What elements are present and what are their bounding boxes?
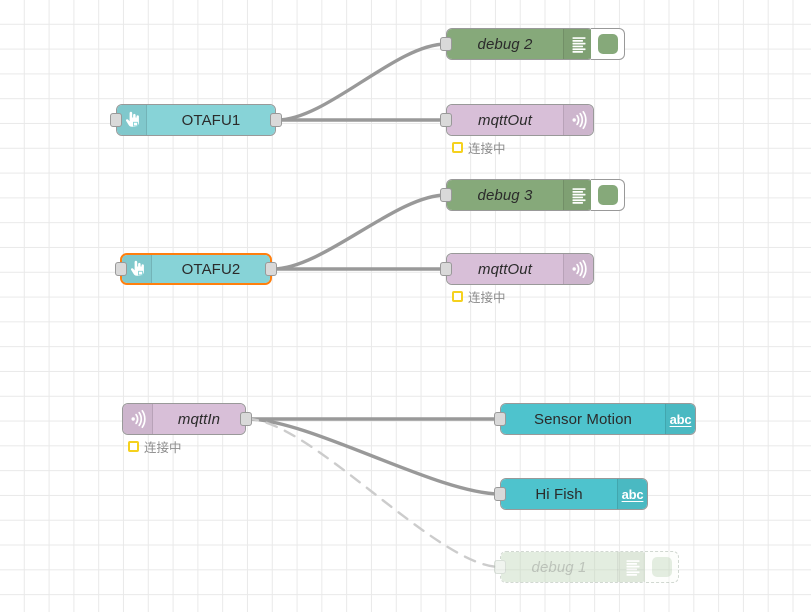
node-mqttout1[interactable]: mqttOut [440, 104, 594, 136]
output-port[interactable] [265, 262, 277, 276]
node-hifish[interactable]: Hi Fish abc [494, 478, 648, 510]
mqtt-signal-icon [563, 254, 593, 284]
debug-toggle-knob [651, 557, 672, 577]
status-square-icon [128, 441, 139, 452]
node-label: debug 3 [477, 186, 533, 204]
node-status-mqttin: 连接中 [128, 437, 182, 456]
input-port[interactable] [110, 113, 122, 127]
input-port[interactable] [494, 487, 506, 501]
node-body: Hi Fish abc [501, 479, 647, 509]
node-body: OTAFU1 [117, 105, 275, 135]
input-port[interactable] [494, 560, 506, 574]
node-label: debug 1 [531, 558, 587, 576]
status-square-icon [452, 291, 463, 302]
node-status-mqttout1: 连接中 [452, 138, 506, 157]
node-body: mqttOut [447, 254, 593, 284]
node-label: Hi Fish [535, 485, 583, 503]
status-text: 连接中 [144, 441, 182, 455]
abc-icon: abc [617, 479, 647, 509]
node-mqttout2[interactable]: mqttOut [440, 253, 594, 285]
node-sensormotion[interactable]: Sensor Motion abc [494, 403, 696, 435]
node-body: debug 2 [447, 29, 593, 59]
node-mqttin[interactable]: mqttIn [122, 403, 252, 435]
debug-toggle-knob [597, 185, 618, 205]
node-otafu1[interactable]: OTAFU1 [110, 104, 282, 136]
status-text: 连接中 [468, 142, 506, 156]
node-body: debug 3 [447, 180, 593, 210]
input-port[interactable] [440, 37, 452, 51]
input-port[interactable] [440, 262, 452, 276]
node-body: mqttOut [447, 105, 593, 135]
debug-toggle-button[interactable] [591, 28, 625, 60]
debug-lines-icon [563, 180, 593, 210]
debug-lines-icon [563, 29, 593, 59]
input-port[interactable] [440, 113, 452, 127]
mqtt-signal-icon [563, 105, 593, 135]
debug-lines-icon [617, 552, 647, 582]
input-port[interactable] [494, 412, 506, 426]
wire-mqttin-to-hifish[interactable] [245, 417, 502, 496]
node-otafu2[interactable]: OTAFU2 [115, 253, 277, 285]
node-debug2[interactable]: debug 2 [440, 28, 625, 60]
wire-otafu1-to-debug2[interactable] [275, 42, 448, 122]
node-body: debug 1 [501, 552, 647, 582]
node-label: OTAFU2 [181, 260, 241, 278]
debug-toggle-knob [597, 34, 618, 54]
input-port[interactable] [115, 262, 127, 276]
output-port[interactable] [240, 412, 252, 426]
wire-otafu2-to-debug3[interactable] [271, 193, 448, 271]
node-body: Sensor Motion abc [501, 404, 695, 434]
status-text: 连接中 [468, 291, 506, 305]
node-label: mqttOut [477, 260, 533, 278]
node-label: mqttOut [477, 111, 533, 129]
wire-layer [245, 42, 502, 569]
debug-toggle-button[interactable] [645, 551, 679, 583]
node-status-mqttout2: 连接中 [452, 287, 506, 306]
abc-icon: abc [665, 404, 695, 434]
node-debug3[interactable]: debug 3 [440, 179, 625, 211]
node-label: mqttIn [177, 410, 221, 428]
node-label: debug 2 [477, 35, 533, 53]
flow-canvas[interactable]: OTAFU1 debug 2 mqttOut 连接中 debug 3 OTAFU2 mqtt… [0, 0, 811, 612]
node-debug1[interactable]: debug 1 [494, 551, 679, 583]
node-label: OTAFU1 [181, 111, 241, 129]
node-body: OTAFU2 [122, 255, 270, 283]
output-port[interactable] [270, 113, 282, 127]
input-port[interactable] [440, 188, 452, 202]
mqtt-signal-icon [123, 404, 153, 434]
status-square-icon [452, 142, 463, 153]
node-label: Sensor Motion [533, 410, 633, 428]
debug-toggle-button[interactable] [591, 179, 625, 211]
wire-mqttin-to-debug1[interactable] [245, 417, 502, 569]
node-body: mqttIn [123, 404, 245, 434]
